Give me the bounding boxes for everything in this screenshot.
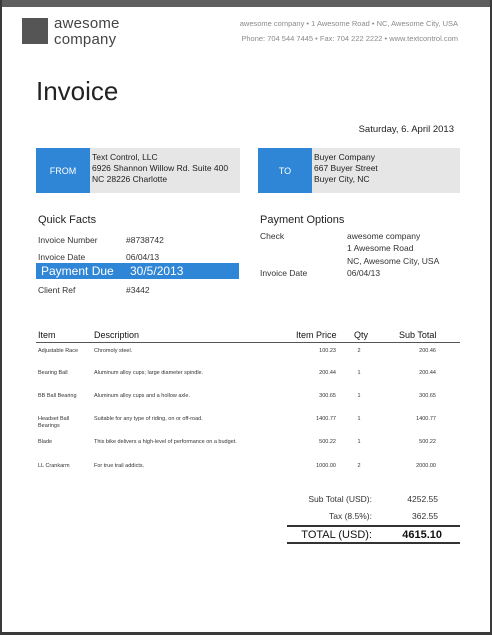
row-item: Headset Ball Bearings <box>38 416 70 429</box>
row-qty: 1 <box>357 370 361 376</box>
row-subtotal: 1400.77 <box>416 416 436 422</box>
subtotal-value: 4252.55 <box>407 494 438 504</box>
row-price: 500.22 <box>319 439 336 445</box>
row-description: Aluminum alloy cups; large diameter spin… <box>94 370 204 376</box>
row-item: LL Crankarm <box>38 463 70 469</box>
col-header-price: Item Price <box>296 330 337 340</box>
po-invoice-date-value: 06/04/13 <box>347 268 381 278</box>
to-tag: TO <box>258 148 312 193</box>
row-description: Chromoly steel. <box>94 348 133 354</box>
subtotal-label: Sub Total (USD): <box>308 494 372 504</box>
logo-square-icon <box>22 18 48 44</box>
invoice-number-label: Invoice Number <box>38 235 98 245</box>
row-item: BB Ball Bearing <box>38 393 77 399</box>
row-item: Bearing Ball <box>38 370 68 376</box>
logo-text-line1: awesome <box>54 15 120 32</box>
row-description: Suitable for any type of riding, on or o… <box>94 416 203 422</box>
from-tag: FROM <box>36 148 90 193</box>
row-description: This bike delivers a high-level of perfo… <box>94 439 237 445</box>
row-description: For true trail addicts. <box>94 463 145 469</box>
client-ref-value: #3442 <box>126 285 150 295</box>
row-price: 100.23 <box>319 348 336 354</box>
company-contact: Phone: 704 544 7445 • Fax: 704 222 2222 … <box>241 34 458 43</box>
from-address: Text Control, LLC 6926 Shannon Willow Rd… <box>90 148 240 193</box>
row-qty: 1 <box>357 416 361 422</box>
quick-facts-title: Quick Facts <box>38 214 97 226</box>
from-line: 6926 Shannon Willow Rd. Suite 400 <box>92 163 229 173</box>
invoice-date-label: Invoice Date <box>38 252 86 262</box>
col-header-item: Item <box>38 330 56 340</box>
row-qty: 2 <box>357 463 361 469</box>
check-line: NC, Awesome City, USA <box>347 256 440 266</box>
payment-due-value: 30/5/2013 <box>130 264 184 278</box>
row-qty: 1 <box>357 439 361 445</box>
row-price: 1000.00 <box>316 463 336 469</box>
total-bottom-rule <box>287 542 460 544</box>
to-line: Buyer City, NC <box>314 174 370 184</box>
page-title: Invoice <box>36 76 119 106</box>
total-top-rule <box>287 525 460 527</box>
row-price: 300.65 <box>319 393 336 399</box>
row-subtotal: 300.65 <box>419 393 436 399</box>
payment-due-label: Payment Due <box>41 264 114 278</box>
row-description: Aluminum alloy cups and a hollow axle. <box>94 393 190 399</box>
from-block: FROM Text Control, LLC 6926 Shannon Will… <box>36 148 240 193</box>
row-price: 200.44 <box>319 370 336 376</box>
payment-due-highlight: Payment Due 30/5/2013 <box>36 263 239 279</box>
row-price: 1400.77 <box>316 416 336 422</box>
logo-text-line2: company <box>54 31 117 48</box>
to-address: Buyer Company 667 Buyer Street Buyer Cit… <box>312 148 460 193</box>
table-header-divider <box>36 342 460 343</box>
check-line: awesome company <box>347 231 421 241</box>
payment-options-title: Payment Options <box>260 214 345 226</box>
row-item: Blade <box>38 439 53 445</box>
company-address: awesome company • 1 Awesome Road • NC, A… <box>239 19 458 28</box>
invoice-number-value: #8738742 <box>126 235 164 245</box>
invoice-page: awesome company awesome company • 1 Awes… <box>0 0 492 635</box>
tax-label: Tax (8.5%): <box>329 511 372 521</box>
grand-total-label: TOTAL (USD): <box>301 529 372 541</box>
po-invoice-date-label: Invoice Date <box>260 268 308 278</box>
to-block: TO Buyer Company 667 Buyer Street Buyer … <box>258 148 460 193</box>
col-header-qty: Qty <box>354 330 369 340</box>
to-line: 667 Buyer Street <box>314 163 378 173</box>
check-label: Check <box>260 231 285 241</box>
invoice-date-value: 06/04/13 <box>126 252 160 262</box>
row-qty: 1 <box>357 393 361 399</box>
col-header-subtotal: Sub Total <box>399 330 437 340</box>
from-line: NC 28226 Charlotte <box>92 174 168 184</box>
row-item: Adjustable Race <box>38 348 79 354</box>
tax-value: 362.55 <box>412 511 438 521</box>
check-line: 1 Awesome Road <box>347 243 414 253</box>
row-qty: 2 <box>357 348 361 354</box>
row-subtotal: 200.46 <box>419 348 436 354</box>
client-ref-label: Client Ref <box>38 285 76 295</box>
from-line: Text Control, LLC <box>92 152 158 162</box>
row-subtotal: 2000.00 <box>416 463 436 469</box>
row-subtotal: 200.44 <box>419 370 436 376</box>
row-subtotal: 500.22 <box>419 439 436 445</box>
grand-total-value: 4615.10 <box>402 529 442 541</box>
top-bar <box>2 0 490 7</box>
to-line: Buyer Company <box>314 152 375 162</box>
col-header-description: Description <box>94 330 140 340</box>
invoice-date-heading: Saturday, 6. April 2013 <box>358 124 454 135</box>
